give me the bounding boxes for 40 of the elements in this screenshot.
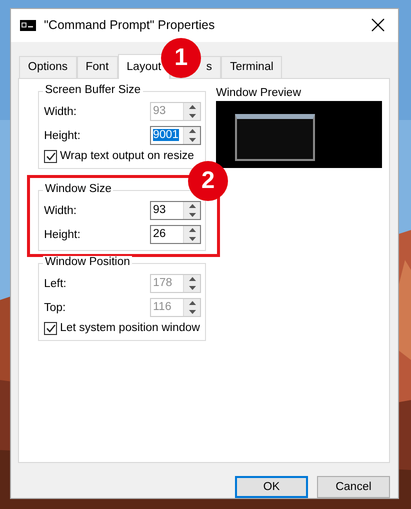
up-arrow-icon xyxy=(188,301,196,306)
down-arrow-icon xyxy=(188,212,196,217)
up-arrow-icon xyxy=(188,228,196,232)
number-field[interactable]: 93 xyxy=(150,201,201,220)
down-arrow-icon xyxy=(188,114,196,118)
down-arrow-icon xyxy=(188,138,196,142)
number-field[interactable]: 26 xyxy=(150,225,201,244)
tab[interactable]: Font xyxy=(76,56,118,78)
field-label: Width: xyxy=(44,204,77,217)
spin-up-button[interactable] xyxy=(184,226,200,235)
ok-button[interactable]: OK xyxy=(235,476,308,498)
tab[interactable]: s xyxy=(204,56,221,78)
cancel-button[interactable]: Cancel xyxy=(317,476,390,498)
field-label: Height: xyxy=(44,130,80,142)
spin-up-button[interactable] xyxy=(184,202,200,211)
checkbox[interactable] xyxy=(44,150,57,163)
checkbox-label: Wrap text output on resize xyxy=(60,150,194,162)
spin-up-button[interactable] xyxy=(184,127,200,136)
up-arrow-icon xyxy=(188,204,196,208)
group-title: Window Position xyxy=(43,256,132,268)
up-arrow-icon xyxy=(188,129,196,134)
down-arrow-icon xyxy=(188,236,196,241)
field-label: Height: xyxy=(44,228,80,241)
up-arrow-icon xyxy=(188,277,196,282)
checkbox-label: Let system position window xyxy=(60,322,200,334)
field-label: Left: xyxy=(44,278,66,290)
group-title: Screen Buffer Size xyxy=(43,84,143,96)
window-title: "Command Prompt" Properties xyxy=(44,18,216,32)
down-arrow-icon xyxy=(188,286,196,290)
console-icon xyxy=(20,20,36,31)
number-field[interactable]: 9001 xyxy=(150,126,201,146)
down-arrow-icon xyxy=(188,310,196,314)
tab[interactable]: Options xyxy=(19,56,77,78)
up-arrow-icon xyxy=(188,105,196,110)
tab[interactable]: Terminal xyxy=(220,56,282,78)
checkbox[interactable] xyxy=(44,322,57,335)
field-label: Width: xyxy=(44,106,77,118)
field-label: Top: xyxy=(44,302,66,314)
group-title: Window Size xyxy=(43,182,114,195)
preview-title: Window Preview xyxy=(216,86,302,99)
